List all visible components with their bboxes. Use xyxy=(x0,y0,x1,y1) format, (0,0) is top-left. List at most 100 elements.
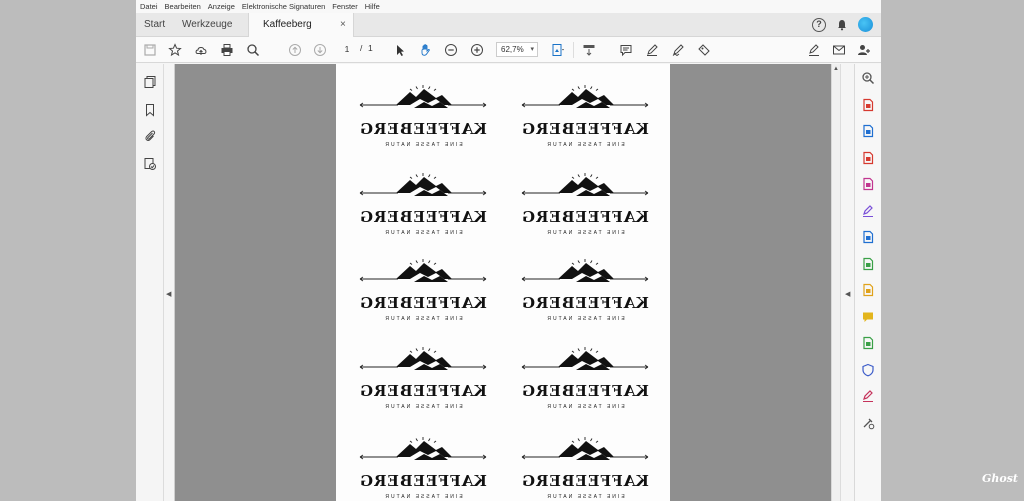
tab-start[interactable]: Start xyxy=(144,13,165,37)
zoom-value: 62,7% xyxy=(501,45,524,54)
comment-icon[interactable] xyxy=(618,42,634,58)
tab-werkzeuge[interactable]: Werkzeuge xyxy=(182,13,232,37)
stamp-icon[interactable] xyxy=(696,42,712,58)
avatar[interactable] xyxy=(858,17,873,32)
brand-wordmark: KAFFEEBERG xyxy=(521,382,649,400)
menu-bar: Datei Bearbeiten Anzeige Elektronische S… xyxy=(136,0,881,13)
fill-sign-icon[interactable] xyxy=(806,42,822,58)
zoom-dropdown[interactable]: 62,7% ▾ xyxy=(496,42,538,57)
sticker-label: KAFFEEBERG EINE TASSE NATUR xyxy=(520,84,650,166)
mountain-logo-icon xyxy=(359,259,487,282)
sticker-label: KAFFEEBERG EINE TASSE NATUR xyxy=(358,172,488,254)
comment-icon[interactable] xyxy=(860,309,876,325)
select-cursor-icon[interactable] xyxy=(392,42,408,58)
sticker-label: KAFFEEBERG EINE TASSE NATUR xyxy=(358,436,488,501)
star-icon[interactable] xyxy=(167,42,183,58)
bell-icon[interactable] xyxy=(836,19,848,31)
menu-hilfe[interactable]: Hilfe xyxy=(365,0,380,13)
save-icon[interactable] xyxy=(142,42,158,58)
more-tools-icon[interactable] xyxy=(860,415,876,431)
scroll-mode-icon[interactable] xyxy=(581,42,597,58)
prev-page-icon[interactable] xyxy=(287,42,303,58)
zoom-out-icon[interactable] xyxy=(443,42,459,58)
combine-files-icon[interactable] xyxy=(860,256,876,272)
main-toolbar: 1 / 1 62,7% ▾ xyxy=(136,37,881,63)
attachment-icon[interactable] xyxy=(142,128,158,144)
menu-elektronische-signaturen[interactable]: Elektronische Signaturen xyxy=(242,0,325,13)
mountain-logo-icon xyxy=(359,173,487,196)
mountain-logo-icon xyxy=(359,347,487,370)
tab-document[interactable]: Kaffeeberg Tasse.pdf × xyxy=(248,13,354,54)
vertical-scrollbar[interactable]: ▲ xyxy=(831,64,840,501)
left-navigation-pane xyxy=(136,64,164,501)
brand-wordmark: KAFFEEBERG xyxy=(359,294,487,312)
create-pdf-icon[interactable] xyxy=(860,229,876,245)
hand-tool-icon[interactable] xyxy=(418,42,434,58)
watermark-text: Ghost xyxy=(982,472,1019,485)
zoom-icon[interactable] xyxy=(860,70,876,86)
page-display-icon[interactable] xyxy=(550,42,566,58)
brand-tagline: EINE TASSE NATUR xyxy=(383,230,463,236)
chevron-down-icon: ▾ xyxy=(530,46,534,53)
sticker-label: KAFFEEBERG EINE TASSE NATUR xyxy=(358,346,488,428)
zoom-in-icon[interactable] xyxy=(469,42,485,58)
toolbar-divider xyxy=(573,42,574,58)
sticker-label: KAFFEEBERG EINE TASSE NATUR xyxy=(520,258,650,340)
right-pane-toggle[interactable]: ◀ xyxy=(840,64,854,501)
brand-wordmark: KAFFEEBERG xyxy=(521,120,649,138)
compress-pdf-icon[interactable] xyxy=(860,176,876,192)
sticker-label: KAFFEEBERG EINE TASSE NATUR xyxy=(520,346,650,428)
document-viewport[interactable]: KAFFEEBERG EINE TASSE NATUR KAFFEEBERG EINE… xyxy=(175,64,831,501)
brand-tagline: EINE TASSE NATUR xyxy=(545,404,625,410)
acrobat-window: Datei Bearbeiten Anzeige Elektronische S… xyxy=(136,0,881,501)
brand-wordmark: KAFFEEBERG xyxy=(359,472,487,490)
brand-tagline: EINE TASSE NATUR xyxy=(383,404,463,410)
signature-panel-icon[interactable] xyxy=(142,156,158,172)
bookmark-icon[interactable] xyxy=(142,102,158,118)
sticker-label: KAFFEEBERG EINE TASSE NATUR xyxy=(358,258,488,340)
close-tab-icon[interactable]: × xyxy=(340,13,346,37)
right-tools-pane xyxy=(854,64,881,501)
share-user-icon[interactable] xyxy=(856,42,872,58)
edit-pdf-icon[interactable] xyxy=(860,123,876,139)
protect-icon[interactable] xyxy=(860,362,876,378)
highlight-pen-icon[interactable] xyxy=(644,42,660,58)
page-thumbnails-icon[interactable] xyxy=(142,74,158,90)
next-page-icon[interactable] xyxy=(312,42,328,58)
print-icon[interactable] xyxy=(219,42,235,58)
brand-tagline: EINE TASSE NATUR xyxy=(545,316,625,322)
menu-anzeige[interactable]: Anzeige xyxy=(208,0,235,13)
mountain-logo-icon xyxy=(359,85,487,108)
export-icon[interactable] xyxy=(860,282,876,298)
brand-wordmark: KAFFEEBERG xyxy=(359,120,487,138)
request-signature-icon[interactable] xyxy=(860,388,876,404)
brand-tagline: EINE TASSE NATUR xyxy=(545,230,625,236)
brand-wordmark: KAFFEEBERG xyxy=(521,294,649,312)
fill-sign-icon[interactable] xyxy=(860,203,876,219)
mountain-logo-icon xyxy=(521,85,649,108)
help-icon[interactable]: ? xyxy=(812,17,826,32)
left-pane-toggle[interactable]: ◀ xyxy=(164,64,175,501)
export-pdf-icon[interactable] xyxy=(860,97,876,113)
brand-wordmark: KAFFEEBERG xyxy=(359,208,487,226)
print-production-icon[interactable] xyxy=(860,335,876,351)
email-icon[interactable] xyxy=(831,42,847,58)
menu-bearbeiten[interactable]: Bearbeiten xyxy=(165,0,201,13)
organize-pages-icon[interactable] xyxy=(860,150,876,166)
brand-wordmark: KAFFEEBERG xyxy=(521,208,649,226)
sticker-label: KAFFEEBERG EINE TASSE NATUR xyxy=(358,84,488,166)
mountain-logo-icon xyxy=(521,173,649,196)
brand-tagline: EINE TASSE NATUR xyxy=(545,494,625,500)
draw-pen-icon[interactable] xyxy=(670,42,686,58)
sticker-label: KAFFEEBERG EINE TASSE NATUR xyxy=(520,436,650,501)
mountain-logo-icon xyxy=(521,347,649,370)
menu-datei[interactable]: Datei xyxy=(140,0,158,13)
menu-fenster[interactable]: Fenster xyxy=(332,0,357,13)
upload-cloud-icon[interactable] xyxy=(193,42,209,58)
tabbar-right: ? xyxy=(812,17,873,32)
page-number-input[interactable]: 1 xyxy=(336,43,358,56)
chevron-left-icon: ◀ xyxy=(845,291,851,298)
chevron-up-icon[interactable]: ▲ xyxy=(833,66,839,72)
search-zoom-icon[interactable] xyxy=(245,42,261,58)
mountain-logo-icon xyxy=(521,259,649,282)
